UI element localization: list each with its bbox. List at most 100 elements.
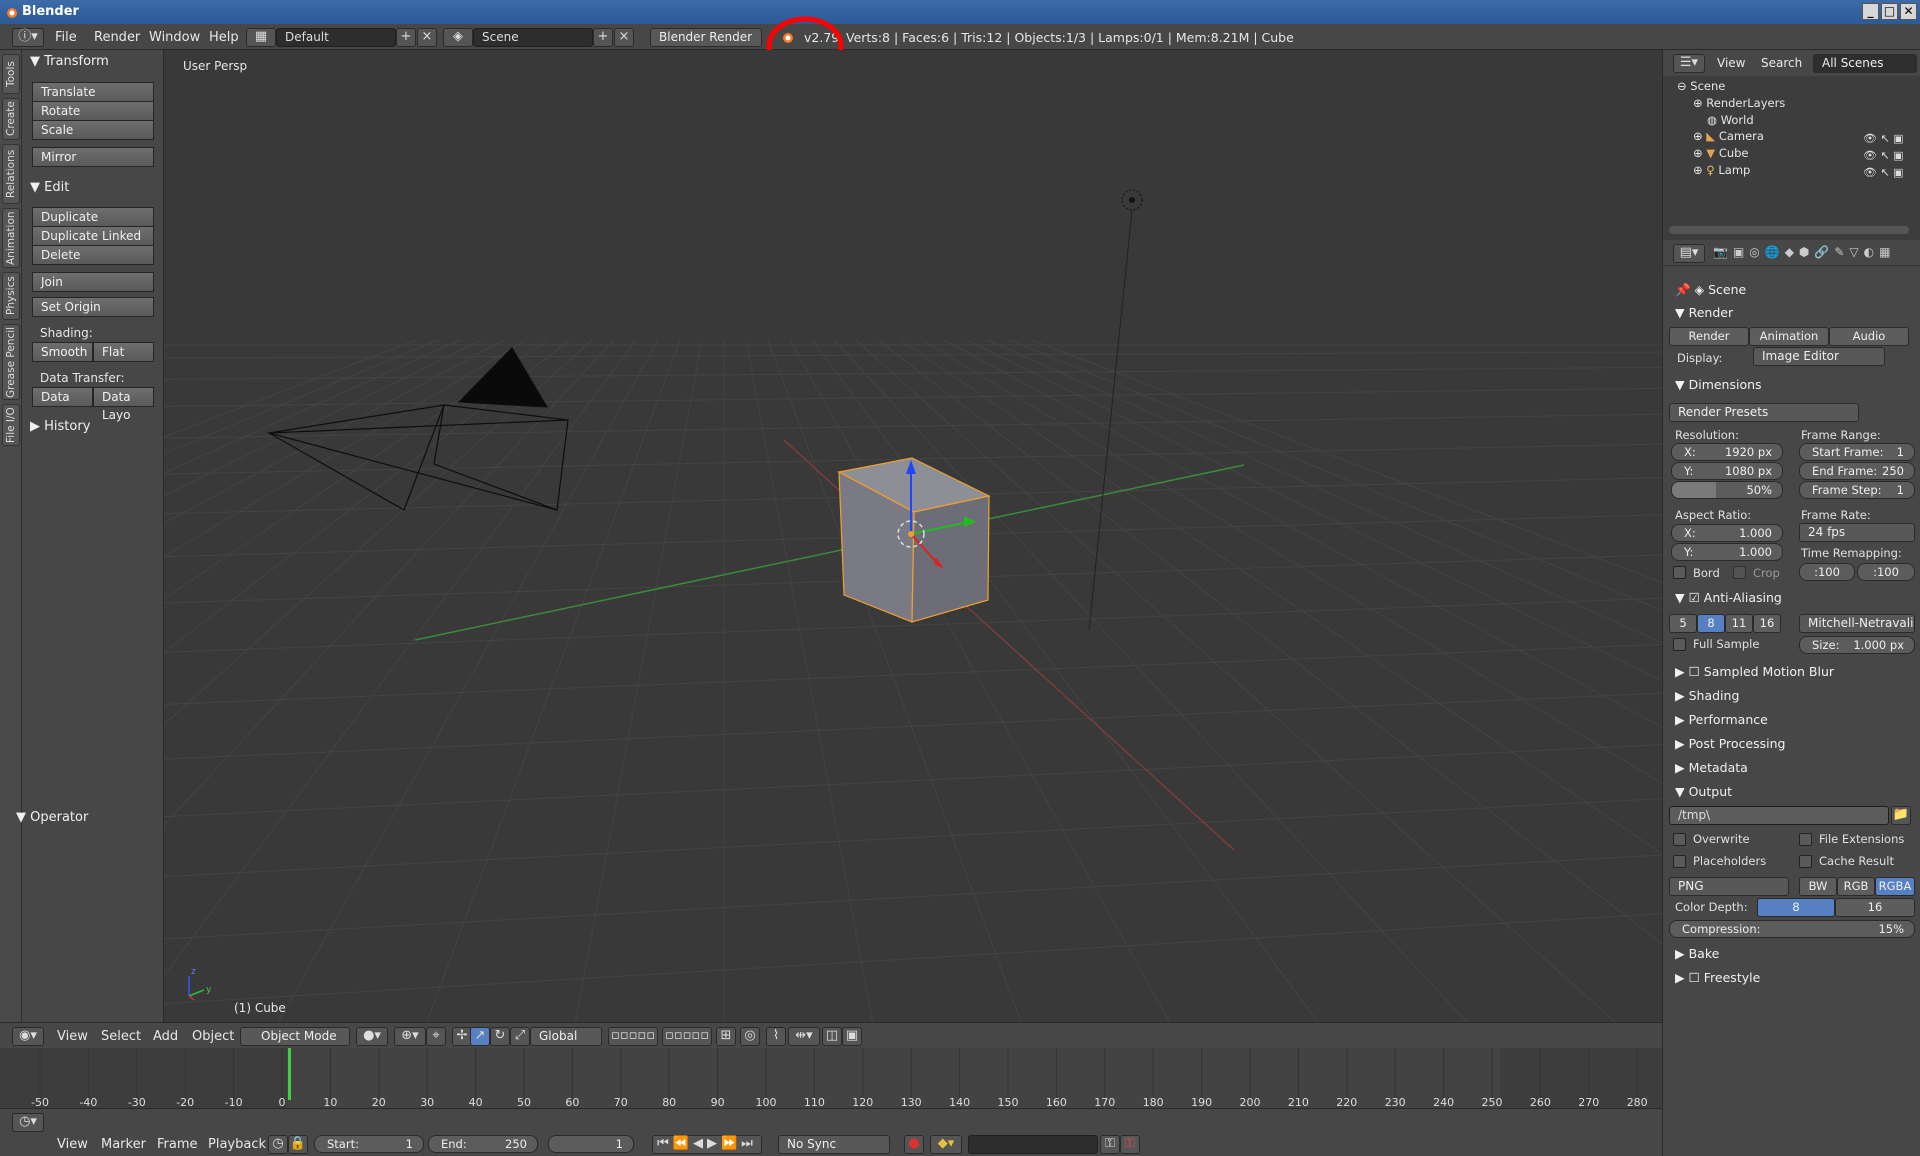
- editor-type-info-icon[interactable]: ⓘ▾: [12, 28, 44, 47]
- smooth-button[interactable]: Smooth: [32, 342, 93, 362]
- color-bw-button[interactable]: BW: [1799, 877, 1837, 896]
- outliner-scrollbar[interactable]: [1669, 226, 1909, 234]
- sync-select[interactable]: No Sync: [778, 1135, 890, 1154]
- resolution-y-field[interactable]: Y: 1080 px: [1671, 462, 1783, 480]
- keying-icon[interactable]: ◆▾: [930, 1135, 962, 1154]
- mode-select[interactable]: Object Mode: [240, 1027, 350, 1046]
- editor-type-properties-icon[interactable]: ▤▾: [1673, 244, 1705, 263]
- visibility-icons-lamp[interactable]: 👁 ↖ ▣: [1863, 166, 1904, 179]
- overwrite-checkbox[interactable]: [1673, 833, 1686, 846]
- aa-samples-11[interactable]: 11: [1725, 614, 1753, 633]
- tab-physics[interactable]: Physics: [2, 272, 20, 320]
- output-path-field[interactable]: /tmp\: [1669, 806, 1889, 825]
- pivot-icon[interactable]: ⊕▾: [394, 1027, 426, 1046]
- aa-filter-select[interactable]: Mitchell-Netravali: [1799, 614, 1915, 633]
- depth-16-button[interactable]: 16: [1835, 898, 1915, 917]
- menu-view[interactable]: View: [57, 1029, 88, 1044]
- visibility-icons-cube[interactable]: 👁 ↖ ▣: [1863, 149, 1904, 162]
- aa-samples-8[interactable]: 8: [1697, 614, 1725, 633]
- aspect-x-field[interactable]: X: 1.000: [1671, 524, 1783, 542]
- resolution-x-field[interactable]: X: 1920 px: [1671, 443, 1783, 461]
- preview-range-icon[interactable]: ◷: [268, 1135, 288, 1154]
- cache-result-checkbox[interactable]: [1799, 855, 1812, 868]
- orientation-select[interactable]: Global: [530, 1027, 602, 1046]
- manipulator-icon[interactable]: ✢: [452, 1027, 472, 1046]
- duplicate-linked-button[interactable]: Duplicate Linked: [32, 226, 154, 246]
- close-button[interactable]: ✕: [1900, 3, 1917, 20]
- layers-group-2-icon[interactable]: ▫▫▫▫▫: [662, 1027, 712, 1046]
- editor-type-3dview-icon[interactable]: ◉▾: [12, 1027, 44, 1046]
- editor-type-timeline-icon[interactable]: ◷▾: [12, 1113, 44, 1132]
- outliner-item-renderlayers[interactable]: ⊕ RenderLayers: [1693, 96, 1785, 110]
- join-button[interactable]: Join: [32, 272, 154, 292]
- panel-operator-header[interactable]: ▼ Operator: [16, 810, 88, 825]
- end-frame-field[interactable]: End: 250: [428, 1135, 538, 1153]
- editor-type-outliner-icon[interactable]: ☰▾: [1673, 54, 1705, 73]
- tab-grease-pencil[interactable]: Grease Pencil: [2, 324, 20, 400]
- menu-object[interactable]: Object: [192, 1029, 234, 1044]
- aspect-y-field[interactable]: Y: 1.000: [1671, 543, 1783, 561]
- freestyle-panel-header[interactable]: ▶ ☐ Freestyle: [1675, 970, 1760, 985]
- anti-aliasing-panel-header[interactable]: ▼ ☑ Anti-Aliasing: [1675, 590, 1782, 605]
- frame-step-field[interactable]: Frame Step: 1: [1799, 481, 1915, 499]
- aa-size-field[interactable]: Size: 1.000 px: [1799, 636, 1915, 654]
- shading-mode-icon[interactable]: ●▾: [356, 1027, 388, 1046]
- post-processing-panel-header[interactable]: ▶ Post Processing: [1675, 736, 1785, 751]
- file-extensions-checkbox[interactable]: [1799, 833, 1812, 846]
- render-animation-button[interactable]: Animation: [1749, 327, 1829, 346]
- scene-add-icon[interactable]: +: [593, 28, 613, 47]
- outliner-item-scene[interactable]: ⊖ Scene: [1677, 79, 1725, 93]
- translate-manipulator-icon[interactable]: ↗: [470, 1027, 490, 1046]
- scale-button[interactable]: Scale: [32, 120, 154, 140]
- snap-element-icon[interactable]: ⇹▾: [788, 1027, 820, 1046]
- full-sample-checkbox[interactable]: [1673, 638, 1686, 651]
- current-frame-field[interactable]: 1: [548, 1135, 634, 1153]
- lock-layers-icon[interactable]: ⊞: [716, 1027, 736, 1046]
- placeholders-checkbox[interactable]: [1673, 855, 1686, 868]
- scale-manipulator-icon[interactable]: ⤢: [510, 1027, 530, 1046]
- menu-select[interactable]: Select: [101, 1029, 141, 1044]
- end-frame-prop-field[interactable]: End Frame: 250: [1799, 462, 1915, 480]
- menu-timeline-view[interactable]: View: [57, 1137, 88, 1152]
- render-panel-header[interactable]: ▼ Render: [1675, 305, 1733, 320]
- display-select[interactable]: Image Editor: [1753, 347, 1885, 366]
- snap-toggle-icon[interactable]: ⌇: [766, 1027, 786, 1046]
- opengl-anim-icon[interactable]: ▣: [842, 1027, 862, 1046]
- data-layout-button[interactable]: Data Layo: [93, 387, 154, 422]
- layers-group-1-icon[interactable]: ▫▫▫▫▫: [608, 1027, 658, 1046]
- compression-slider[interactable]: Compression: 15%: [1669, 920, 1915, 938]
- rotate-button[interactable]: Rotate: [32, 101, 154, 121]
- folder-browse-icon[interactable]: 📁: [1891, 806, 1911, 825]
- data-button[interactable]: Data: [32, 387, 93, 407]
- delete-button[interactable]: Delete: [32, 245, 154, 265]
- outliner-menu-view[interactable]: View: [1717, 56, 1745, 70]
- file-format-select[interactable]: PNG: [1669, 877, 1789, 896]
- translate-button[interactable]: Translate: [32, 82, 154, 102]
- menu-frame[interactable]: Frame: [157, 1137, 198, 1152]
- visibility-icons[interactable]: 👁 ↖ ▣: [1863, 132, 1904, 145]
- outliner-item-lamp[interactable]: ⊕ ♀ Lamp: [1693, 163, 1750, 177]
- panel-edit-header[interactable]: ▼ Edit: [30, 180, 69, 195]
- outliner-item-cube[interactable]: ⊕ ▼ Cube: [1693, 146, 1749, 160]
- lock-range-icon[interactable]: 🔒: [288, 1135, 308, 1154]
- record-icon[interactable]: ●: [904, 1135, 924, 1154]
- tab-relations[interactable]: Relations: [2, 144, 20, 204]
- mirror-button[interactable]: Mirror: [32, 147, 154, 167]
- output-panel-header[interactable]: ▼ Output: [1675, 784, 1732, 799]
- depth-8-button[interactable]: 8: [1757, 898, 1835, 917]
- performance-panel-header[interactable]: ▶ Performance: [1675, 712, 1768, 727]
- playback-controls-icon[interactable]: ⏮⏪◀▶⏩⏭: [652, 1135, 762, 1154]
- scene-field[interactable]: Scene: [473, 28, 593, 47]
- menu-window[interactable]: Window: [149, 30, 200, 45]
- properties-context-tabs-icon[interactable]: 📷▣◎🌐◆⬢🔗✎▽◐▦: [1713, 245, 1895, 259]
- outliner-filter-select[interactable]: All Scenes: [1813, 54, 1917, 73]
- proportional-edit-icon[interactable]: ◎: [740, 1027, 760, 1046]
- 3d-viewport[interactable]: User Persp z y (1) Cube: [164, 50, 1662, 1022]
- remap-old-field[interactable]: :100: [1799, 563, 1855, 581]
- timeline-area[interactable]: -50 -40 -30 -20 -10 0 10 20 30 40 50 60 70 80 90 100 110…: [0, 1048, 1662, 1108]
- delete-keyframe-icon[interactable]: ⚿: [1120, 1135, 1140, 1154]
- duplicate-button[interactable]: Duplicate: [32, 207, 154, 227]
- color-rgb-button[interactable]: RGB: [1837, 877, 1875, 896]
- render-engine-select[interactable]: Blender Render: [650, 28, 762, 47]
- insert-keyframe-icon[interactable]: ⚿: [1100, 1135, 1120, 1154]
